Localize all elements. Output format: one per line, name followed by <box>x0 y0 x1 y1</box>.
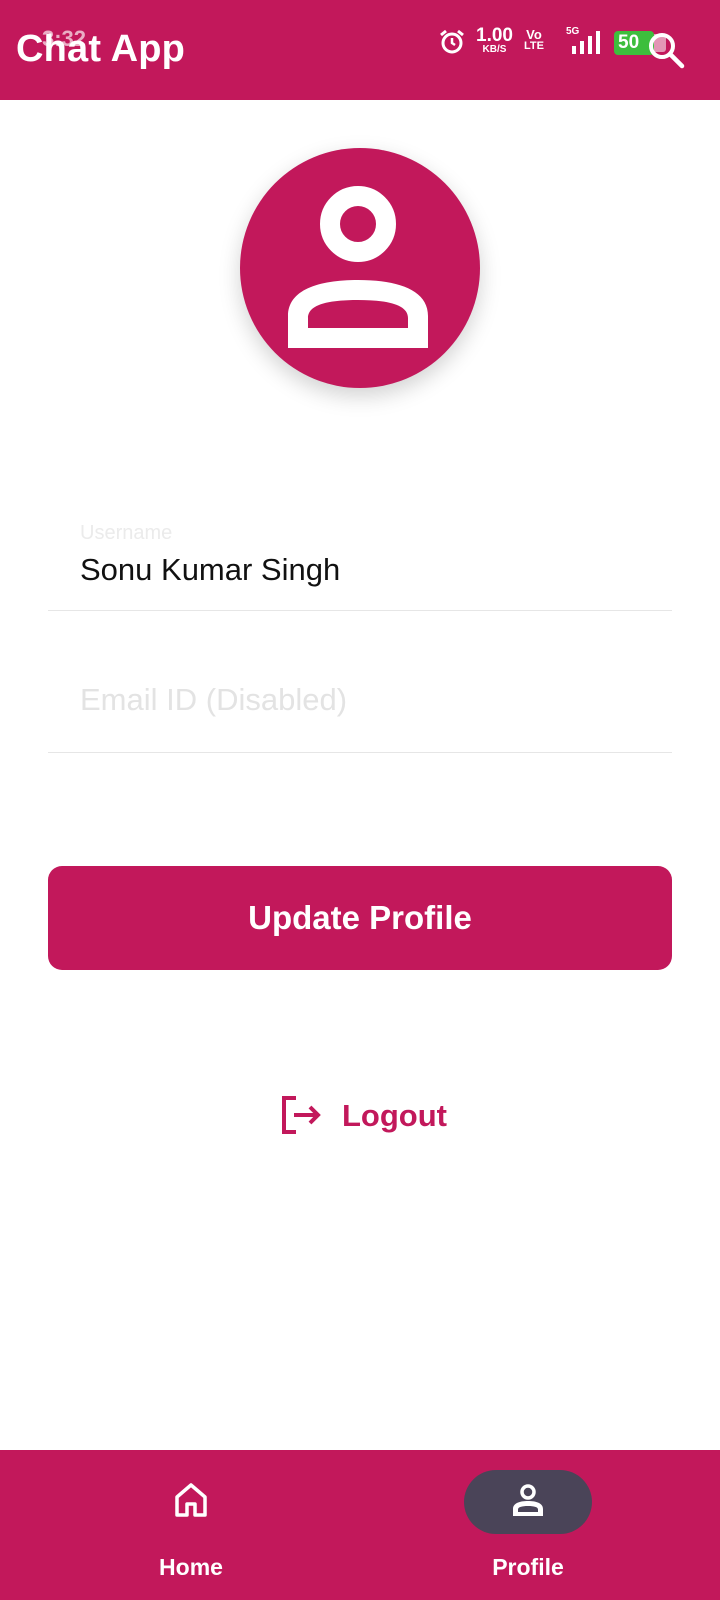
alarm-icon <box>438 28 466 61</box>
bottom-navigation: Home Profile <box>0 1450 720 1600</box>
username-field[interactable]: Username Sonu Kumar Singh <box>48 510 672 611</box>
logout-icon <box>282 1096 321 1134</box>
update-profile-button[interactable]: Update Profile <box>48 866 672 970</box>
net-speed: 1.00 KB/S <box>476 26 513 55</box>
username-label: Username <box>80 522 173 544</box>
nav-label-home: Home <box>159 1554 223 1580</box>
volte-indicator: Vo LTE <box>524 28 544 52</box>
signal-icon <box>570 30 604 61</box>
person-icon <box>510 1482 546 1523</box>
person-icon <box>288 186 428 348</box>
app-title: Chat App <box>16 28 186 70</box>
home-icon <box>173 1482 209 1523</box>
search-button[interactable] <box>644 28 688 72</box>
volte-bottom: LTE <box>524 40 544 52</box>
logout-label: Logout <box>342 1098 448 1133</box>
nav-label-profile: Profile <box>492 1554 564 1580</box>
search-icon <box>649 33 685 69</box>
app-bar: 3:32 Chat App 1.00 KB/S Vo LTE 5G 50 <box>0 0 720 100</box>
net-speed-unit: KB/S <box>482 44 507 55</box>
username-value: Sonu Kumar Singh <box>80 552 341 587</box>
email-field: Email ID (Disabled) <box>48 660 672 753</box>
profile-avatar[interactable] <box>240 148 480 388</box>
net-speed-value: 1.00 <box>476 25 513 46</box>
nav-item-home[interactable]: Home <box>91 1450 291 1600</box>
email-placeholder: Email ID (Disabled) <box>80 682 348 717</box>
nav-item-profile[interactable]: Profile <box>428 1450 628 1600</box>
